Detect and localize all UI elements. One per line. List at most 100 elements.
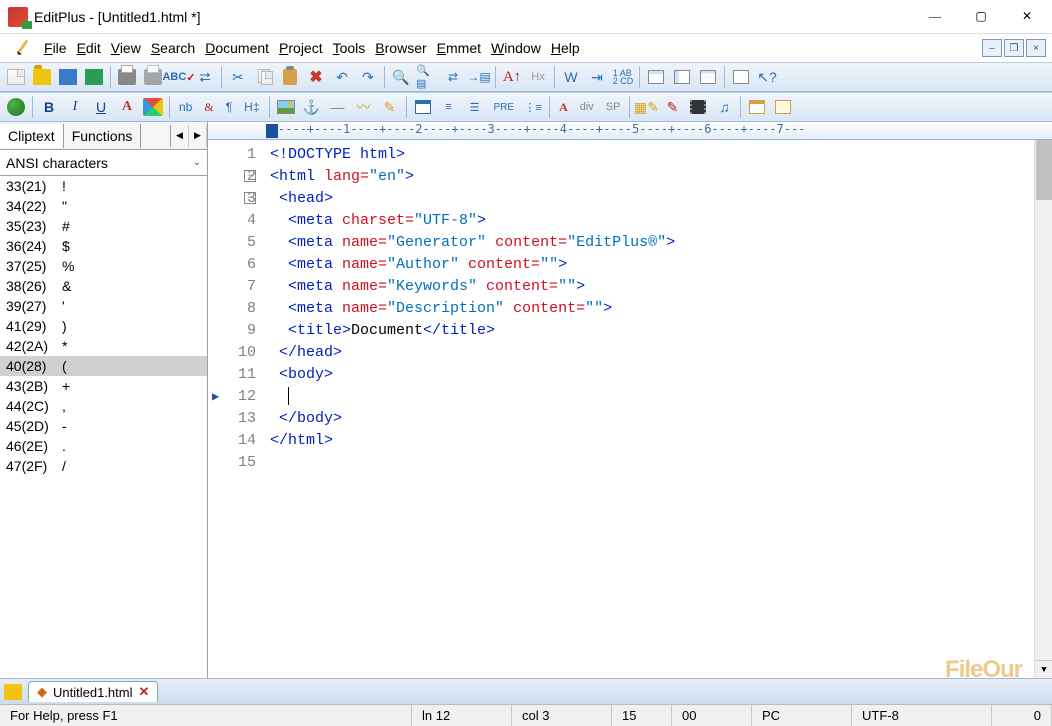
tab-next-button[interactable]: ▶ [189, 125, 207, 147]
cursor-button[interactable]: ↖? [755, 65, 779, 89]
form-button[interactable] [745, 95, 769, 119]
window2-button[interactable] [670, 65, 694, 89]
menu-project[interactable]: Project [277, 38, 325, 58]
code-line[interactable]: <title>Document</title> [270, 320, 1026, 342]
heading-button[interactable]: H‡ [239, 96, 264, 118]
char-row[interactable]: 46(2E). [0, 436, 207, 456]
close-button[interactable]: ✕ [1004, 2, 1050, 32]
find-files-button[interactable]: 🔍▤ [415, 65, 439, 89]
char-row[interactable]: 45(2D)- [0, 416, 207, 436]
mdi-minimize-button[interactable]: – [982, 39, 1002, 57]
scrollbar-thumb[interactable] [1036, 140, 1052, 200]
sp-button[interactable]: SP [601, 96, 626, 118]
comment-button[interactable]: 〰 [352, 95, 376, 119]
indent-button[interactable]: ⇥ [585, 65, 609, 89]
para-button[interactable]: ¶ [221, 96, 237, 118]
tab-prev-button[interactable]: ◀ [171, 125, 189, 147]
globe-button[interactable] [4, 95, 28, 119]
char-list[interactable]: 33(21)!34(22)"35(23)#36(24)$37(25)%38(26… [0, 176, 207, 678]
anchor-button[interactable]: ⚓ [300, 95, 324, 119]
char-row[interactable]: 41(29)) [0, 316, 207, 336]
mdi-close-button[interactable]: × [1026, 39, 1046, 57]
char-row[interactable]: 34(22)" [0, 196, 207, 216]
char-row[interactable]: 44(2C), [0, 396, 207, 416]
char-row[interactable]: 47(2F)/ [0, 456, 207, 476]
char-row[interactable]: 39(27)' [0, 296, 207, 316]
char-row[interactable]: 43(2B)+ [0, 376, 207, 396]
char-row[interactable]: 37(25)% [0, 256, 207, 276]
tab-cliptext[interactable]: Cliptext [0, 124, 64, 148]
menu-search[interactable]: Search [149, 38, 197, 58]
font-increase-button[interactable]: A↑ [500, 65, 524, 89]
code-line[interactable] [270, 452, 1026, 474]
spellcheck-button[interactable]: ABC✓ [167, 65, 191, 89]
table-button[interactable] [411, 95, 435, 119]
nbsp-button[interactable]: nb [174, 96, 197, 118]
div-button[interactable]: div [575, 96, 599, 118]
image-button[interactable] [274, 95, 298, 119]
mdi-restore-button[interactable]: ❐ [1004, 39, 1024, 57]
redo-button[interactable]: ↷ [356, 65, 380, 89]
linenum-button[interactable]: 1 AB2 CD [611, 65, 635, 89]
save-button[interactable] [56, 65, 80, 89]
wordwrap-button[interactable]: W [559, 65, 583, 89]
char-row[interactable]: 40(28)( [0, 356, 207, 376]
delete-button[interactable]: ✖ [304, 65, 328, 89]
window3-button[interactable] [696, 65, 720, 89]
undo-button[interactable]: ↶ [330, 65, 354, 89]
new-file-button[interactable] [4, 65, 28, 89]
code-editor[interactable]: 12−3−456789101112▶131415 <!DOCTYPE html>… [208, 140, 1052, 678]
pre-button[interactable]: PRE [489, 96, 520, 118]
code-content[interactable]: <!DOCTYPE html><html lang="en"> <head> <… [262, 140, 1034, 678]
edit1-button[interactable]: ▦✎ [634, 95, 658, 119]
save-all-button[interactable] [82, 65, 106, 89]
scrollbar-down-button[interactable]: ▼ [1035, 660, 1052, 678]
folder-icon[interactable] [4, 684, 22, 700]
video-button[interactable] [686, 95, 710, 119]
fold-button[interactable]: − [244, 170, 256, 182]
code-line[interactable]: </head> [270, 342, 1026, 364]
form2-button[interactable] [771, 95, 795, 119]
menu-help[interactable]: Help [549, 38, 582, 58]
menu-view[interactable]: View [109, 38, 143, 58]
music-button[interactable]: ♫ [712, 95, 736, 119]
toggle-button[interactable]: ⮂ [193, 65, 217, 89]
code-line[interactable]: <!DOCTYPE html> [270, 144, 1026, 166]
code-line[interactable] [270, 386, 1026, 408]
hex-button[interactable]: Hx [526, 65, 550, 89]
tool5-button[interactable]: ✎ [378, 95, 402, 119]
code-line[interactable]: <meta name="Keywords" content=""> [270, 276, 1026, 298]
replace-button[interactable]: ⇄ [441, 65, 465, 89]
sidebar-combo[interactable]: ANSI characters ⌄ [0, 150, 207, 176]
copy-button[interactable] [252, 65, 276, 89]
paste-button[interactable] [278, 65, 302, 89]
minimize-button[interactable]: — [912, 2, 958, 32]
tab-close-button[interactable]: ✕ [138, 684, 149, 700]
center-button[interactable]: ≡ [437, 95, 461, 119]
print-preview-button[interactable] [141, 65, 165, 89]
maximize-button[interactable]: ▢ [958, 2, 1004, 32]
code-line[interactable]: <head> [270, 188, 1026, 210]
amp-button[interactable]: & [199, 96, 218, 118]
fold-button[interactable]: − [244, 192, 256, 204]
menu-document[interactable]: Document [203, 38, 271, 58]
print-button[interactable] [115, 65, 139, 89]
open-file-button[interactable] [30, 65, 54, 89]
menu-file[interactable]: File [42, 38, 69, 58]
cut-button[interactable]: ✂ [226, 65, 250, 89]
char-row[interactable]: 35(23)# [0, 216, 207, 236]
menu-window[interactable]: Window [489, 38, 543, 58]
goto-button[interactable]: →▤ [467, 65, 491, 89]
edit2-button[interactable]: ✎ [660, 95, 684, 119]
code-line[interactable]: <meta name="Generator" content="EditPlus… [270, 232, 1026, 254]
menu-edit[interactable]: Edit [75, 38, 103, 58]
bold-button[interactable]: B [37, 95, 61, 119]
tab-functions[interactable]: Functions [64, 124, 142, 148]
char-row[interactable]: 33(21)! [0, 176, 207, 196]
code-line[interactable]: <html lang="en"> [270, 166, 1026, 188]
code-line[interactable]: <meta charset="UTF-8"> [270, 210, 1026, 232]
char-row[interactable]: 36(24)$ [0, 236, 207, 256]
document-tab[interactable]: ◆ Untitled1.html ✕ [28, 681, 158, 702]
code-line[interactable]: </html> [270, 430, 1026, 452]
code-line[interactable]: <body> [270, 364, 1026, 386]
